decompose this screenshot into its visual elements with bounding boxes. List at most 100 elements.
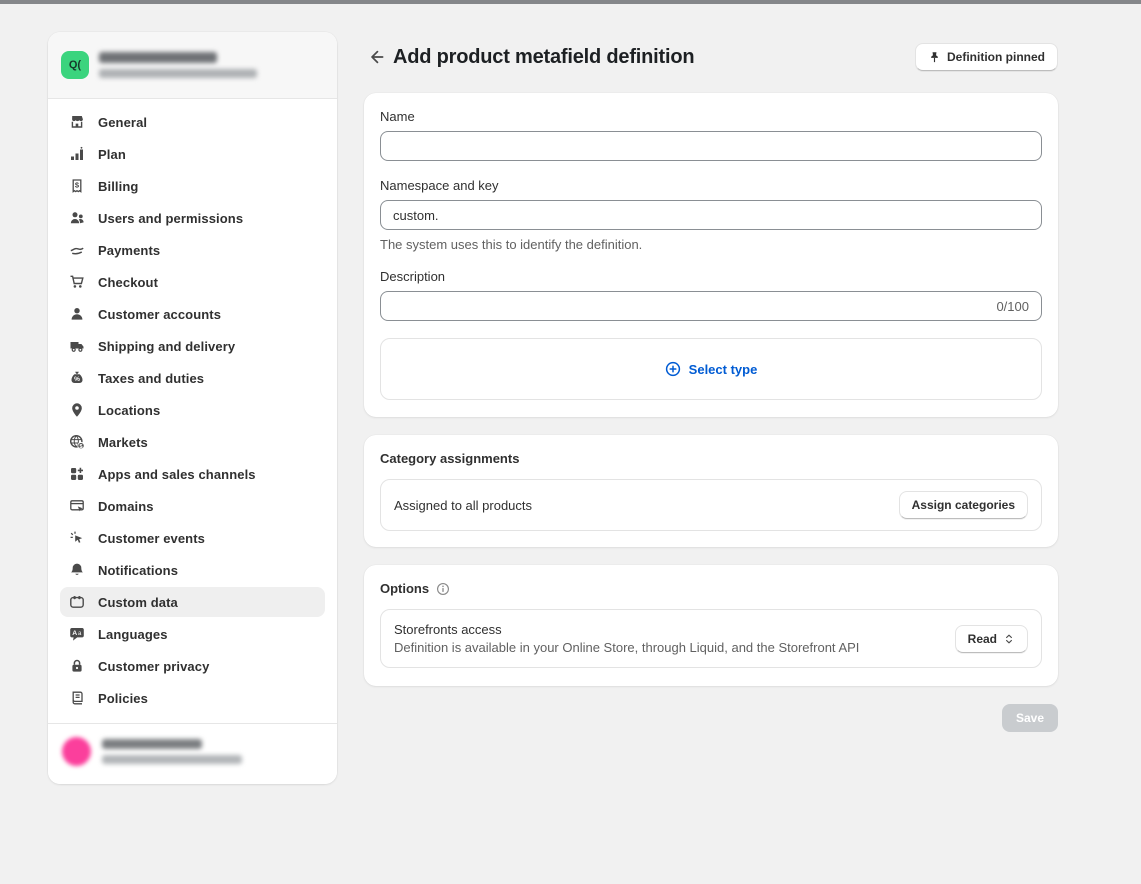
storefronts-access-title: Storefronts access: [394, 622, 955, 637]
user-email-redacted: [102, 755, 242, 764]
store-icon: [69, 114, 85, 130]
sidebar-item-languages[interactable]: Aa Languages: [60, 619, 325, 649]
sidebar-item-label: Plan: [98, 147, 126, 162]
sidebar-item-payments[interactable]: Payments: [60, 235, 325, 265]
sidebar-nav: General Plan $BillingUsers and permissions…: [48, 99, 337, 723]
user-meta: [102, 739, 242, 764]
store-header: Q(: [48, 32, 337, 99]
sidebar-item-customer-accounts[interactable]: Customer accounts: [60, 299, 325, 329]
sidebar-item-label: Customer privacy: [98, 659, 209, 674]
namespace-field-group: Namespace and key The system uses this t…: [380, 178, 1042, 252]
name-field-group: Name: [380, 109, 1042, 161]
billing-icon: $: [69, 178, 85, 194]
select-type-label: Select type: [689, 362, 758, 377]
apps-icon: [69, 466, 85, 482]
assign-categories-button[interactable]: Assign categories: [899, 491, 1028, 519]
description-char-counter: 0/100: [996, 299, 1029, 314]
user-footer: [48, 723, 337, 784]
sidebar-item-taxes-and-duties[interactable]: % Taxes and duties: [60, 363, 325, 393]
notifications-icon: [69, 562, 85, 578]
assign-categories-label: Assign categories: [912, 498, 1015, 512]
sidebar-item-label: Custom data: [98, 595, 178, 610]
namespace-label: Namespace and key: [380, 178, 1042, 193]
category-title-row: Category assignments: [380, 451, 1042, 466]
definition-pinned-button[interactable]: Definition pinned: [915, 43, 1058, 71]
sidebar-item-label: Customer accounts: [98, 307, 221, 322]
page-header: Add product metafield definition Definit…: [364, 42, 1058, 72]
checkout-icon: [69, 274, 85, 290]
category-assignments-card: Category assignments Assigned to all pro…: [364, 435, 1058, 547]
sidebar-item-locations[interactable]: Locations: [60, 395, 325, 425]
description-input[interactable]: [393, 299, 988, 314]
sidebar-item-label: General: [98, 115, 147, 130]
definition-pinned-label: Definition pinned: [947, 50, 1045, 64]
sidebar-item-markets[interactable]: $Markets: [60, 427, 325, 457]
taxes-icon: %: [69, 370, 85, 386]
save-row: Save: [364, 704, 1058, 732]
users-icon: [69, 210, 85, 226]
storefronts-access-description: Definition is available in your Online S…: [394, 640, 955, 655]
user-avatar: [62, 737, 91, 766]
sidebar-item-plan[interactable]: Plan: [60, 139, 325, 169]
sidebar-item-label: Policies: [98, 691, 148, 706]
name-input[interactable]: [380, 131, 1042, 161]
plus-circle-icon: [665, 361, 681, 377]
description-field-group: Description 0/100: [380, 269, 1042, 321]
shipping-icon: [69, 338, 85, 354]
customer-accounts-icon: [69, 306, 85, 322]
sidebar-item-billing[interactable]: $Billing: [60, 171, 325, 201]
sidebar-item-checkout[interactable]: Checkout: [60, 267, 325, 297]
category-assignments-title: Category assignments: [380, 451, 519, 466]
storefronts-access-value: Read: [968, 632, 997, 646]
locations-icon: [69, 402, 85, 418]
languages-icon: Aa: [69, 626, 85, 642]
sidebar-item-label: Apps and sales channels: [98, 467, 256, 482]
definition-form-card: Name Namespace and key The system uses t…: [364, 93, 1058, 417]
storefronts-access-row: Storefronts access Definition is availab…: [380, 609, 1042, 668]
sidebar-item-label: Languages: [98, 627, 168, 642]
back-button[interactable]: [364, 44, 390, 70]
description-label: Description: [380, 269, 1042, 284]
options-card: Options Storefronts access Definition is…: [364, 565, 1058, 686]
sidebar-item-label: Checkout: [98, 275, 158, 290]
namespace-helper-text: The system uses this to identify the def…: [380, 237, 1042, 252]
description-input-shell: 0/100: [380, 291, 1042, 321]
sidebar-item-label: Payments: [98, 243, 160, 258]
store-name-redacted: [99, 52, 217, 63]
sidebar-item-customer-privacy[interactable]: Customer privacy: [60, 651, 325, 681]
sidebar-item-label: Locations: [98, 403, 160, 418]
sidebar-item-label: Taxes and duties: [98, 371, 204, 386]
domains-icon: [69, 498, 85, 514]
user-name-redacted: [102, 739, 202, 749]
sidebar-item-notifications[interactable]: Notifications: [60, 555, 325, 585]
sidebar-item-domains[interactable]: Domains: [60, 491, 325, 521]
storefronts-access-select[interactable]: Read: [955, 625, 1028, 653]
store-avatar: Q(: [61, 51, 89, 79]
storefronts-access-text: Storefronts access Definition is availab…: [394, 622, 955, 655]
sidebar-item-label: Customer events: [98, 531, 205, 546]
name-label: Name: [380, 109, 1042, 124]
settings-sidebar: Q( General Plan $BillingUsers and permissi…: [48, 32, 337, 784]
privacy-icon: [69, 658, 85, 674]
sidebar-item-apps-and-sales-channels[interactable]: Apps and sales channels: [60, 459, 325, 489]
payments-icon: [69, 242, 85, 258]
sidebar-item-customer-events[interactable]: Customer events: [60, 523, 325, 553]
svg-text:$: $: [75, 181, 80, 190]
svg-text:A: A: [72, 630, 77, 637]
sidebar-item-users-and-permissions[interactable]: Users and permissions: [60, 203, 325, 233]
info-icon[interactable]: [436, 582, 450, 596]
store-domain-redacted: [99, 69, 257, 78]
save-button[interactable]: Save: [1002, 704, 1058, 732]
plan-icon: [69, 146, 85, 162]
namespace-input[interactable]: [380, 200, 1042, 230]
sidebar-item-policies[interactable]: Policies: [60, 683, 325, 713]
sidebar-item-general[interactable]: General: [60, 107, 325, 137]
sidebar-item-label: Domains: [98, 499, 154, 514]
options-title: Options: [380, 581, 429, 596]
category-assignment-row: Assigned to all products Assign categori…: [380, 479, 1042, 531]
page-title: Add product metafield definition: [393, 46, 694, 69]
select-type-button[interactable]: Select type: [380, 338, 1042, 400]
sidebar-item-custom-data[interactable]: Custom data: [60, 587, 325, 617]
markets-icon: $: [69, 434, 85, 450]
sidebar-item-shipping-and-delivery[interactable]: Shipping and delivery: [60, 331, 325, 361]
